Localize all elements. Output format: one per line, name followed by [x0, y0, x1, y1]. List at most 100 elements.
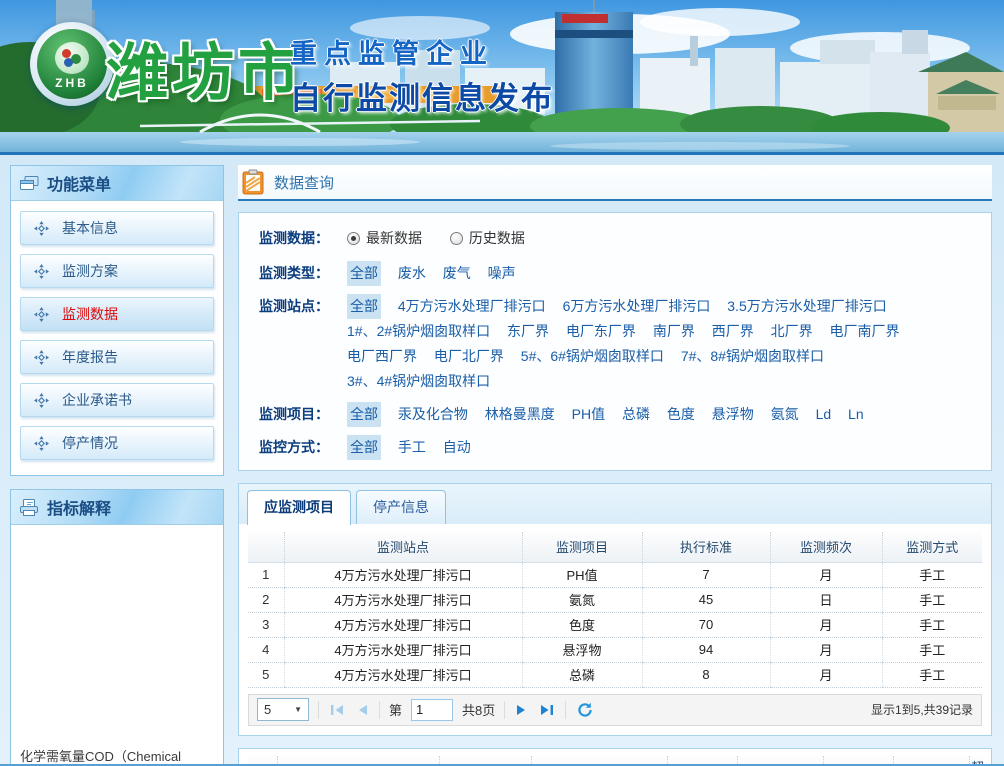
- cell-index: 1: [248, 562, 284, 587]
- sidebar-item-annual-report[interactable]: 年度报告: [20, 340, 214, 374]
- main: 数据查询 监测数据： 最新数据 历史数据 监测类型： 全部 废水 废气: [238, 165, 992, 766]
- filter-type-all[interactable]: 全部: [347, 261, 381, 286]
- filter-station-option[interactable]: 全部: [347, 294, 381, 319]
- filter-station-option[interactable]: 3#、4#锅炉烟囱取样口: [347, 369, 490, 394]
- col-exceed: 超标倍数: [970, 756, 984, 766]
- filter-type-wastewater[interactable]: 废水: [398, 261, 426, 286]
- filter-method-auto[interactable]: 自动: [443, 435, 471, 460]
- page-size-select[interactable]: 5 ▼: [257, 698, 309, 721]
- col-station: 监测站点: [278, 756, 440, 766]
- sidebar-item-monitor-plan[interactable]: 监测方案: [20, 254, 214, 288]
- compass-icon: [34, 307, 49, 322]
- radio-latest-data[interactable]: 最新数据: [347, 226, 422, 251]
- filter-item-option[interactable]: Ld: [816, 402, 832, 427]
- tab-strip: 应监测项目 停产信息: [239, 484, 991, 524]
- filter-station-option[interactable]: 电厂北厂界: [434, 344, 504, 369]
- filter-options-item: 全部 汞及化合物 林格曼黑度 PH值 总磷 色度 悬浮物 氨氮 Ld Ln: [347, 402, 981, 427]
- page-number-input[interactable]: [411, 699, 453, 721]
- cell-item: PH值: [522, 562, 642, 587]
- tabs-block: 应监测项目 停产信息 监测站点 监测项目 执行标准 监测频次: [238, 483, 992, 736]
- refresh-button[interactable]: [575, 702, 595, 718]
- divider: [318, 701, 319, 719]
- filter-options-type: 全部 废水 废气 噪声: [347, 261, 981, 286]
- cell-station: 4万方污水处理厂排污口: [284, 662, 522, 687]
- filter-station-option[interactable]: 7#、8#锅炉烟囱取样口: [681, 344, 824, 369]
- filter-station-option[interactable]: 西厂界: [712, 319, 754, 344]
- filter-method-all[interactable]: 全部: [347, 435, 381, 460]
- logo-text: ZHB: [37, 76, 107, 90]
- page: ZHB 潍坊市 重点监管企业 自行监测信息发布 功能菜单: [0, 0, 1004, 766]
- filter-station-option[interactable]: 南厂界: [653, 319, 695, 344]
- sidebar-item-commitment[interactable]: 企业承诺书: [20, 383, 214, 417]
- banner-subtitle: 重点监管企业 自行监测信息发布: [290, 32, 554, 118]
- radio-label: 历史数据: [469, 226, 525, 251]
- function-menu-body: 基本信息 监测方案 监测数据 年度报告: [11, 201, 223, 475]
- sidebar-item-label: 停产情况: [62, 433, 118, 453]
- filter-station-option[interactable]: 1#、2#锅炉烟囱取样口: [347, 319, 490, 344]
- cell-item: 总磷: [522, 662, 642, 687]
- col-frequency: 监测频次: [770, 532, 882, 562]
- filter-item-option[interactable]: PH值: [572, 402, 605, 427]
- cell-index: 3: [248, 612, 284, 637]
- cell-method: 手工: [882, 637, 982, 662]
- logo-emblem-icon: ZHB: [37, 29, 107, 99]
- col-time: 监测时间: [532, 756, 668, 766]
- logo-globe-icon: [55, 42, 89, 74]
- col-type: 监测类型: [668, 756, 738, 766]
- filter-type-exhaust-gas[interactable]: 废气: [443, 261, 471, 286]
- sidebar-item-monitor-data[interactable]: 监测数据: [20, 297, 214, 331]
- col-item: 监测项目: [522, 532, 642, 562]
- filter-station-option[interactable]: 3.5万方污水处理厂排污口: [727, 294, 886, 319]
- filter-station-option[interactable]: 4万方污水处理厂排污口: [398, 294, 546, 319]
- filter-item-option[interactable]: 全部: [347, 402, 381, 427]
- radio-unchecked-icon[interactable]: [450, 232, 463, 245]
- filter-item-option[interactable]: Ln: [848, 402, 864, 427]
- filter-label-station: 监测站点：: [259, 294, 347, 319]
- radio-history-data[interactable]: 历史数据: [450, 226, 525, 251]
- filter-item-option[interactable]: 悬浮物: [712, 402, 754, 427]
- cell-standard: 94: [642, 637, 770, 662]
- filter-item-option[interactable]: 总磷: [622, 402, 650, 427]
- filter-item-option[interactable]: 林格曼黑度: [485, 402, 555, 427]
- filter-station-option[interactable]: 电厂西厂界: [347, 344, 417, 369]
- sidebar-item-shutdown-status[interactable]: 停产情况: [20, 426, 214, 460]
- radio-checked-icon[interactable]: [347, 232, 360, 245]
- cell-station: 4万方污水处理厂排污口: [284, 612, 522, 637]
- filter-station-option[interactable]: 东厂界: [507, 319, 549, 344]
- cell-standard: 45: [642, 587, 770, 612]
- filter-label-item: 监测项目：: [259, 402, 347, 427]
- cell-method: 手工: [882, 587, 982, 612]
- filter-station-option[interactable]: 北厂界: [771, 319, 813, 344]
- cell-index: 2: [248, 587, 284, 612]
- cell-item: 色度: [522, 612, 642, 637]
- last-page-button[interactable]: [538, 704, 556, 716]
- filter-station-option[interactable]: 电厂南厂界: [830, 319, 900, 344]
- filter-row-station: 监测站点： 全部 4万方污水处理厂排污口 6万方污水处理厂排污口 3.5万方污水…: [259, 294, 981, 394]
- tab-required-monitor-items[interactable]: 应监测项目: [247, 490, 351, 525]
- next-page-button[interactable]: [514, 704, 529, 716]
- filter-options-data: 最新数据 历史数据: [347, 226, 981, 253]
- cell-frequency: 月: [770, 562, 882, 587]
- filter-method-manual[interactable]: 手工: [398, 435, 426, 460]
- sidebar-item-label: 监测数据: [62, 304, 118, 324]
- indicator-explain-header: 指标解释: [11, 490, 223, 525]
- divider: [565, 701, 566, 719]
- first-page-button[interactable]: [328, 704, 346, 716]
- filter-item-option[interactable]: 氨氮: [771, 402, 799, 427]
- indicator-explain-body: 化学需氧量COD（Chemical: [11, 525, 223, 766]
- sidebar-item-label: 年度报告: [62, 347, 118, 367]
- total-pages-label: 共8页: [462, 700, 495, 719]
- filter-station-option[interactable]: 电厂东厂界: [566, 319, 636, 344]
- filter-type-noise[interactable]: 噪声: [488, 261, 516, 286]
- table-row: 5 4万方污水处理厂排污口 总磷 8 月 手工: [248, 662, 982, 687]
- tab-shutdown-info[interactable]: 停产信息: [356, 490, 446, 524]
- table-header-row: 监测站点 监测项目 执行标准 监测频次 监测方式: [248, 532, 982, 562]
- filter-row-data: 监测数据： 最新数据 历史数据: [259, 226, 981, 253]
- filter-item-option[interactable]: 色度: [667, 402, 695, 427]
- sidebar-item-basic-info[interactable]: 基本信息: [20, 211, 214, 245]
- cell-standard: 7: [642, 562, 770, 587]
- filter-station-option[interactable]: 5#、6#锅炉烟囱取样口: [521, 344, 664, 369]
- filter-station-option[interactable]: 6万方污水处理厂排污口: [563, 294, 711, 319]
- prev-page-button[interactable]: [355, 704, 370, 716]
- filter-item-option[interactable]: 汞及化合物: [398, 402, 468, 427]
